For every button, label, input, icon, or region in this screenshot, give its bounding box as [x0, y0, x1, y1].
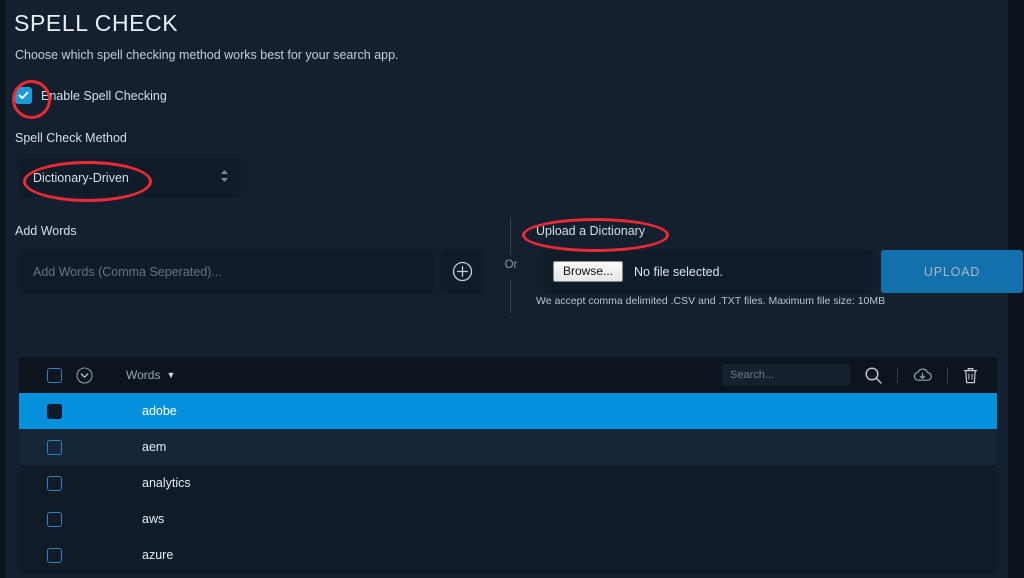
check-icon — [18, 91, 29, 99]
separator-line-bottom — [510, 280, 511, 313]
add-words-button[interactable] — [441, 250, 484, 293]
table-body: adobe aem analytics aws azure — [19, 393, 997, 573]
row-word: analytics — [142, 476, 191, 490]
table-row[interactable]: analytics — [19, 465, 997, 501]
row-actions-dropdown[interactable] — [76, 366, 93, 384]
table-row[interactable]: adobe — [19, 393, 997, 429]
spell-check-method-select[interactable]: Dictionary-Driven — [19, 158, 241, 197]
column-header-words[interactable]: Words ▼ — [126, 368, 175, 382]
upload-dictionary-label: Upload a Dictionary — [536, 224, 646, 238]
table-header: Words ▼ — [19, 357, 997, 393]
spell-check-method-value: Dictionary-Driven — [33, 170, 129, 185]
row-checkbox[interactable] — [47, 403, 62, 419]
sort-desc-icon: ▼ — [166, 369, 176, 380]
row-checkbox[interactable] — [47, 475, 62, 491]
enable-spell-checking-row[interactable]: Enable Spell Checking — [15, 87, 167, 104]
row-checkbox[interactable] — [47, 511, 62, 527]
spell-check-method-label: Spell Check Method — [15, 131, 127, 145]
upload-button[interactable]: UPLOAD — [881, 250, 1023, 293]
cloud-download-icon[interactable] — [912, 367, 933, 384]
spell-check-panel: SPELL CHECK Choose which spell checking … — [6, 0, 1023, 578]
search-icon[interactable] — [864, 366, 883, 385]
row-word: aws — [142, 512, 165, 526]
row-word: adobe — [142, 404, 177, 418]
upload-help-text: We accept comma delimited .CSV and .TXT … — [536, 295, 886, 307]
toolbar-divider-2 — [947, 367, 948, 383]
page-title: SPELL CHECK — [14, 10, 179, 36]
table-row[interactable]: azure — [19, 537, 997, 573]
or-separator: Or — [501, 218, 521, 313]
separator-line-top — [510, 218, 511, 255]
or-label: Or — [504, 259, 518, 271]
table-row[interactable]: aws — [19, 501, 997, 537]
chevron-updown-icon — [220, 169, 229, 186]
toolbar-divider-1 — [897, 367, 898, 383]
row-checkbox[interactable] — [47, 547, 62, 563]
plus-circle-icon — [452, 261, 473, 282]
browse-button[interactable]: Browse... — [553, 260, 624, 283]
chevron-down-circle-icon — [76, 366, 93, 384]
page-subtitle: Choose which spell checking method works… — [15, 48, 399, 62]
column-header-words-label: Words — [126, 368, 161, 382]
table-toolbar — [722, 364, 979, 386]
file-upload-field[interactable]: Browse... No file selected. — [543, 250, 873, 293]
words-table: Words ▼ Search... adobe aem analytics aw… — [19, 357, 997, 573]
search-input[interactable] — [722, 364, 850, 386]
trash-icon[interactable] — [962, 366, 979, 385]
row-word: azure — [142, 548, 174, 562]
select-all-checkbox[interactable] — [47, 367, 62, 383]
file-status-text: No file selected. — [634, 264, 723, 279]
row-checkbox[interactable] — [47, 439, 62, 455]
enable-spell-checking-checkbox[interactable] — [15, 87, 32, 104]
add-words-label: Add Words — [15, 224, 77, 238]
add-words-input[interactable] — [19, 250, 434, 293]
enable-spell-checking-label: Enable Spell Checking — [41, 88, 167, 103]
table-row[interactable]: aem — [19, 429, 997, 465]
row-word: aem — [142, 440, 167, 454]
